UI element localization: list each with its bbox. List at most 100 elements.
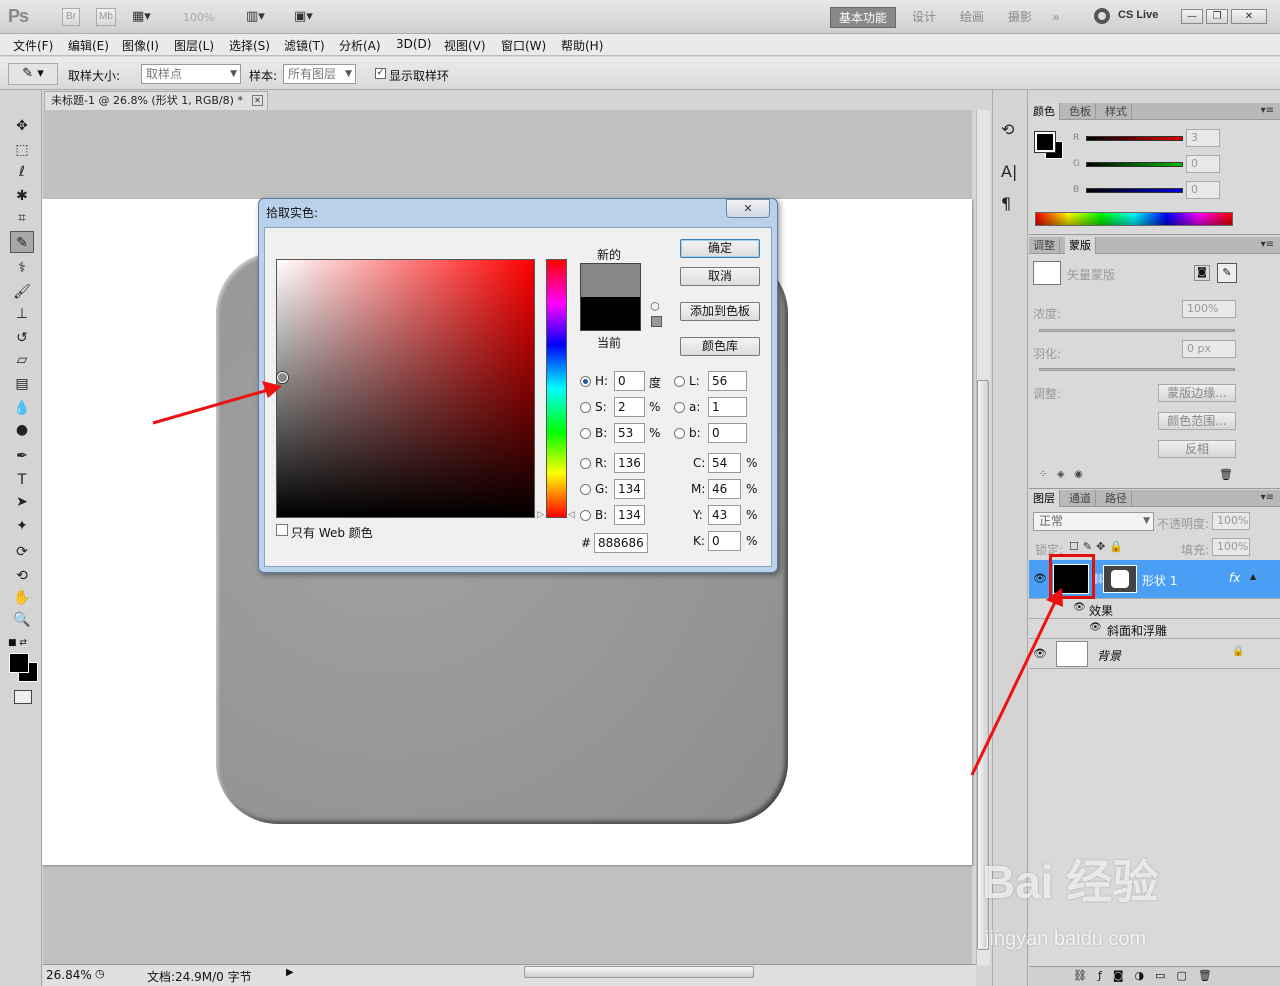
hue-radio[interactable] (580, 376, 591, 387)
yellow-field[interactable]: 43 (708, 505, 741, 525)
arrange-documents-icon[interactable]: ▥▾ (246, 9, 265, 24)
healing-brush-tool-icon[interactable]: ⚕ (10, 257, 34, 279)
red-radio[interactable] (580, 458, 591, 469)
density-value[interactable]: 100% (1182, 300, 1236, 318)
channel-g-value[interactable]: 0 (1186, 155, 1220, 173)
screen-mode-icon[interactable]: ▣▾ (294, 9, 313, 24)
channel-b-slider[interactable] (1086, 188, 1183, 193)
hue-slider[interactable] (546, 259, 567, 518)
black-field[interactable]: 0 (708, 531, 741, 551)
pixel-mask-icon[interactable]: ◙ (1194, 265, 1210, 281)
more-workspaces-icon[interactable]: » (1046, 7, 1066, 28)
move-tool-icon[interactable]: ✥ (10, 115, 34, 137)
3d-orbit-tool-icon[interactable]: ⟲ (10, 565, 34, 587)
layer-actions-bar[interactable]: ⛓ƒ◙◑▭▢🗑 (1029, 966, 1280, 986)
workspace-essentials[interactable]: 基本功能 (830, 7, 896, 28)
menu-select[interactable]: 选择(S) (229, 37, 270, 54)
crop-tool-icon[interactable]: ⌗ (10, 207, 34, 229)
clone-stamp-tool-icon[interactable]: ⊥ (10, 303, 34, 325)
invert-button[interactable]: 反相 (1158, 440, 1236, 458)
hex-field[interactable]: 888686 (594, 533, 648, 553)
panel-menu-icon[interactable]: ▾≡ (1261, 239, 1274, 250)
lock-icons[interactable]: ☐✎✥🔒 (1069, 540, 1127, 553)
sample-size-select[interactable]: 取样点 ▼ (141, 64, 241, 84)
hue-left-arrow-icon[interactable]: ▷ (537, 510, 544, 520)
layer-name[interactable]: 形状 1 (1142, 572, 1177, 589)
zoom-value[interactable]: 26.84% (46, 968, 92, 982)
red-field[interactable]: 136 (614, 453, 645, 473)
layer-vector-mask-thumbnail[interactable] (1103, 565, 1137, 593)
mask-actions-icons[interactable]: ⁘ ◈ ◉ (1039, 469, 1083, 480)
opacity-value[interactable]: 100% (1212, 512, 1250, 530)
color-range-button[interactable]: 颜色范围... (1158, 412, 1236, 430)
menu-image[interactable]: 图像(I) (122, 37, 159, 54)
blue-field[interactable]: 134 (614, 505, 645, 525)
saturation-radio[interactable] (580, 402, 591, 413)
web-safe-swatch[interactable] (651, 316, 662, 327)
lab-a-radio[interactable] (674, 402, 685, 413)
menu-file[interactable]: 文件(F) (13, 37, 53, 54)
add-to-swatches-button[interactable]: 添加到色板 (680, 302, 760, 321)
tab-swatches[interactable]: 色板 (1065, 103, 1096, 120)
history-brush-tool-icon[interactable]: ↺ (10, 327, 34, 349)
current-color-swatch[interactable] (580, 297, 641, 331)
cyan-field[interactable]: 54 (708, 453, 741, 473)
lasso-tool-icon[interactable]: ℓ (10, 161, 34, 183)
horizontal-scroll-thumb[interactable] (524, 966, 754, 978)
lab-l-field[interactable]: 56 (708, 371, 747, 391)
tab-styles[interactable]: 样式 (1101, 103, 1132, 120)
path-selection-tool-icon[interactable]: ➤ (10, 491, 34, 513)
workspace-painting[interactable]: 绘画 (952, 7, 992, 28)
menu-3d[interactable]: 3D(D) (396, 37, 431, 51)
quick-select-tool-icon[interactable]: ✱ (10, 185, 34, 207)
tab-color[interactable]: 颜色 (1029, 103, 1060, 120)
history-panel-icon[interactable]: ⟲ (1001, 120, 1014, 139)
brightness-radio[interactable] (580, 428, 591, 439)
saturation-brightness-field[interactable] (276, 259, 535, 518)
workspace-photography[interactable]: 摄影 (1000, 7, 1040, 28)
ok-button[interactable]: 确定 (680, 239, 760, 258)
cancel-button[interactable]: 取消 (680, 267, 760, 286)
minibridge-button[interactable]: Mb (96, 8, 116, 26)
document-tab[interactable]: 未标题-1 @ 26.8% (形状 1, RGB/8) * ✕ (44, 91, 268, 111)
density-slider[interactable] (1039, 329, 1235, 332)
bevel-eye-icon[interactable]: 👁 (1089, 622, 1102, 633)
brush-tool-icon[interactable]: 🖌 (10, 281, 34, 303)
layer-fx-icon[interactable]: fx (1229, 571, 1240, 585)
gradient-tool-icon[interactable]: ▤ (10, 373, 34, 395)
visibility-eye-icon[interactable]: 👁 (1033, 572, 1047, 585)
eyedropper-preset-icon[interactable]: ✎ ▾ (8, 63, 58, 85)
background-layer-name[interactable]: 背景 (1097, 647, 1121, 664)
tab-channels[interactable]: 通道 (1065, 490, 1096, 507)
foreground-color-swatch[interactable] (9, 653, 29, 673)
show-ring-checkbox[interactable]: ✓ (375, 68, 386, 79)
dodge-tool-icon[interactable]: ● (10, 419, 34, 441)
shape-tool-icon[interactable]: ✦ (10, 515, 34, 537)
menu-analysis[interactable]: 分析(A) (339, 37, 381, 54)
lab-a-field[interactable]: 1 (708, 397, 747, 417)
blue-radio[interactable] (580, 510, 591, 521)
pen-tool-icon[interactable]: ✒ (10, 445, 34, 467)
menu-window[interactable]: 窗口(W) (501, 37, 546, 54)
tab-adjustments[interactable]: 调整 (1029, 237, 1060, 254)
color-libraries-button[interactable]: 颜色库 (680, 337, 760, 356)
channel-r-value[interactable]: 3 (1186, 129, 1220, 147)
fill-value[interactable]: 100% (1212, 538, 1250, 556)
vector-mask-icon[interactable]: ✎ (1217, 263, 1237, 283)
magenta-field[interactable]: 46 (708, 479, 741, 499)
green-radio[interactable] (580, 484, 591, 495)
channel-g-slider[interactable] (1086, 162, 1183, 167)
hand-tool-icon[interactable]: ✋ (10, 587, 34, 609)
bevel-emboss-row[interactable]: 👁 斜面和浮雕 (1029, 619, 1280, 639)
close-document-icon[interactable]: ✕ (252, 95, 263, 106)
eyedropper-tool-icon[interactable]: ✎ (10, 231, 34, 253)
panel-menu-icon[interactable]: ▾≡ (1261, 105, 1274, 116)
mask-edge-button[interactable]: 蒙版边缘... (1158, 384, 1236, 402)
green-field[interactable]: 134 (614, 479, 645, 499)
brightness-field[interactable]: 53 (614, 423, 645, 443)
menu-edit[interactable]: 编辑(E) (68, 37, 109, 54)
color-fg-swatch[interactable] (1034, 131, 1056, 153)
saturation-field[interactable]: 2 (614, 397, 645, 417)
background-eye-icon[interactable]: 👁 (1033, 647, 1047, 660)
dialog-close-button[interactable]: ✕ (726, 199, 770, 218)
